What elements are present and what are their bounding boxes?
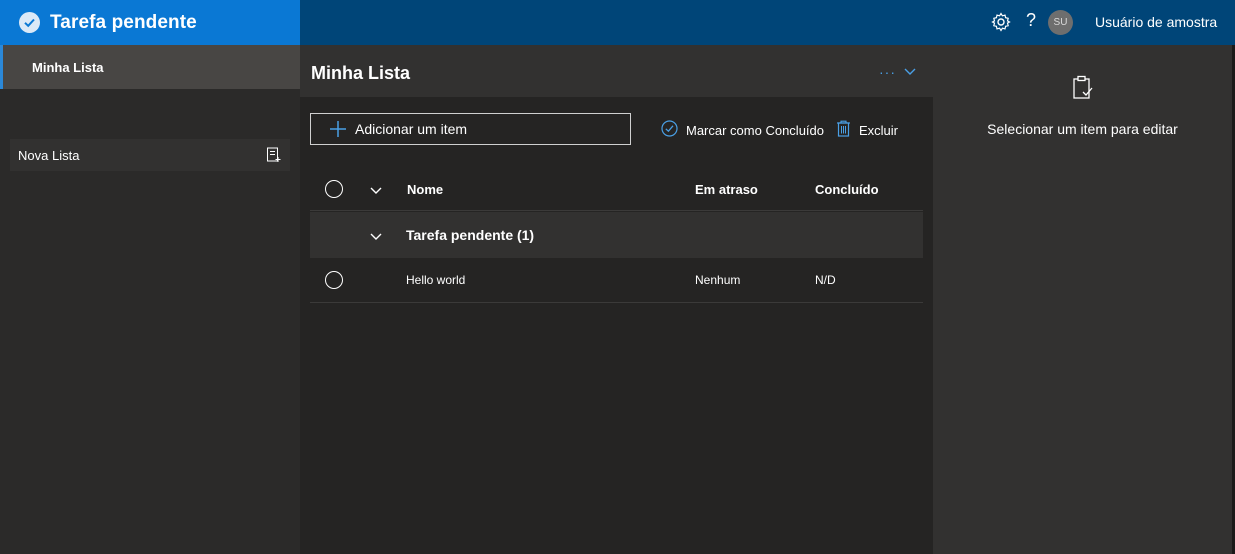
row-name: Hello world: [406, 273, 466, 287]
user-name[interactable]: Usuário de amostra: [1095, 14, 1217, 30]
delete-button[interactable]: Excluir: [836, 120, 898, 140]
avatar[interactable]: SU: [1048, 10, 1073, 35]
mark-complete-label: Marcar como Concluído: [686, 122, 824, 138]
check-circle-icon: [661, 120, 678, 140]
app-brand[interactable]: Tarefa pendente: [0, 0, 300, 45]
group-label: Tarefa pendente (1): [406, 227, 535, 243]
group-header[interactable]: Tarefa pendente (1): [310, 212, 923, 258]
row-checkbox[interactable]: [325, 271, 343, 289]
chevron-down-icon[interactable]: [370, 228, 382, 246]
chevron-down-icon[interactable]: [904, 63, 916, 81]
row-overdue: Nenhum: [695, 273, 741, 287]
clipboard-check-icon: [1071, 75, 1095, 101]
gear-icon[interactable]: [991, 12, 1011, 32]
add-list-icon[interactable]: [266, 147, 282, 163]
sidebar-item-minha-lista[interactable]: Minha Lista: [0, 45, 300, 89]
add-item-placeholder: Adicionar um item: [355, 121, 468, 137]
row-completed: N/D: [815, 273, 836, 287]
mark-complete-button[interactable]: Marcar como Concluído: [661, 120, 824, 140]
delete-label: Excluir: [859, 122, 899, 138]
chevron-down-icon[interactable]: [370, 182, 382, 200]
app-logo-check-icon: [19, 12, 40, 33]
plus-icon: [329, 120, 347, 138]
trash-icon: [836, 120, 851, 140]
app-title: Tarefa pendente: [50, 11, 197, 33]
new-list-input[interactable]: Nova Lista: [10, 139, 290, 171]
sidebar: Minha Lista Nova Lista: [0, 45, 300, 554]
add-item-input[interactable]: Adicionar um item: [310, 113, 631, 145]
empty-state-label: Selecionar um item para editar: [987, 121, 1178, 137]
details-pane: Selecionar um item para editar: [933, 45, 1232, 554]
help-icon[interactable]: ?: [1026, 10, 1036, 31]
column-header-completed[interactable]: Concluído: [815, 182, 879, 197]
more-options-icon[interactable]: ···: [879, 64, 896, 80]
column-headers: Nome Em atraso Concluído: [310, 170, 923, 211]
top-bar: Tarefa pendente ? SU Usuário de amostra: [0, 0, 1235, 45]
select-all-checkbox[interactable]: [325, 180, 343, 198]
new-list-label: Nova Lista: [18, 147, 80, 163]
list-header: Minha Lista ···: [300, 45, 933, 97]
column-header-name[interactable]: Nome: [407, 182, 443, 197]
sidebar-item-label: Minha Lista: [32, 59, 104, 75]
page-title: Minha Lista: [311, 63, 411, 83]
list-options[interactable]: ···: [879, 63, 916, 81]
table-row[interactable]: Hello world Nenhum N/D: [310, 258, 923, 303]
main-panel: Minha Lista ··· Adicionar um item Marcar…: [300, 45, 933, 554]
column-header-overdue[interactable]: Em atraso: [695, 182, 758, 197]
